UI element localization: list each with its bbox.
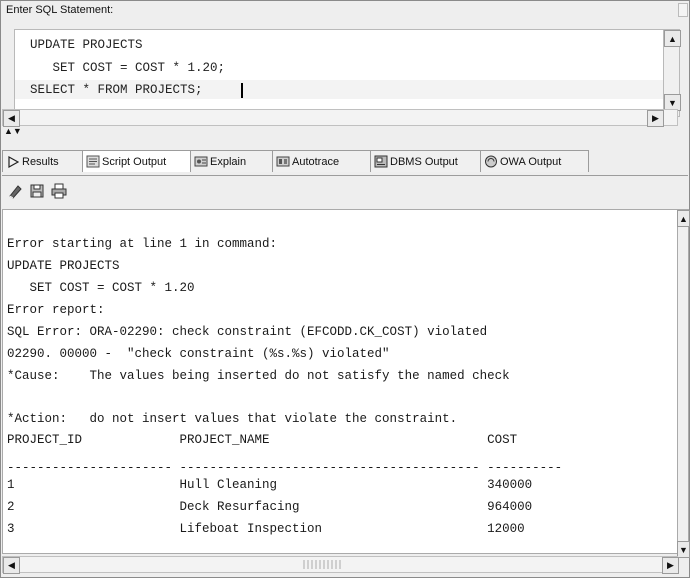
scroll-left-icon[interactable]: ◀	[3, 557, 20, 574]
tab-script-output[interactable]: Script Output	[82, 150, 197, 172]
output-line: SQL Error: ORA-02290: check constraint (…	[7, 325, 488, 339]
output-line: *Action: do not insert values that viola…	[7, 412, 458, 426]
output-line: Error starting at line 1 in command:	[7, 237, 278, 251]
sql-statement-label: Enter SQL Statement:	[6, 4, 114, 16]
tab-explain[interactable]: Explain	[190, 150, 279, 172]
script-output-icon	[86, 155, 100, 168]
tab-label: OWA Output	[500, 155, 562, 168]
output-tab-bar: Results Script Output Explain Autotrace …	[2, 145, 682, 175]
tab-results[interactable]: Results	[2, 150, 89, 172]
tab-label: Results	[22, 155, 59, 168]
output-line: SET COST = COST * 1.20	[7, 281, 195, 295]
tab-label: Script Output	[102, 155, 167, 168]
editor-horizontal-scrollbar[interactable]: ◀ ▶	[2, 109, 678, 127]
owa-output-icon	[484, 155, 498, 168]
tab-label: DBMS Output	[390, 155, 458, 168]
autotrace-icon	[276, 155, 290, 168]
eraser-icon[interactable]	[6, 182, 24, 200]
scroll-right-icon[interactable]: ▶	[647, 110, 664, 127]
output-toolbar	[4, 179, 204, 205]
tab-label: Autotrace	[292, 155, 340, 168]
output-line: Error report:	[7, 303, 105, 317]
save-icon[interactable]	[28, 182, 46, 200]
tab-autotrace[interactable]: Autotrace	[272, 150, 377, 172]
tab-label: Explain	[210, 155, 247, 168]
scroll-down-icon[interactable]: ▼	[677, 541, 690, 558]
play-icon	[6, 155, 20, 168]
output-vertical-scrollbar[interactable]: ▲ ▼	[677, 209, 690, 558]
editor-line-1: UPDATE PROJECTS	[30, 38, 143, 52]
result-header-row: PROJECT_ID PROJECT_NAME COST	[7, 433, 518, 447]
scroll-right-icon[interactable]: ▶	[662, 557, 679, 574]
result-separator-row: ---------------------- -----------------…	[7, 461, 563, 475]
scroll-up-icon[interactable]: ▲	[677, 210, 690, 227]
tab-owa-output[interactable]: OWA Output	[480, 150, 589, 172]
explain-icon	[194, 155, 208, 168]
text-caret	[241, 83, 243, 98]
output-line: 02290. 00000 - "check constraint (%s.%s)…	[7, 347, 390, 361]
result-row: 3 Lifeboat Inspection 12000	[7, 522, 525, 536]
editor-line-2: SET COST = COST * 1.20;	[30, 61, 226, 75]
output-line: *Cause: The values being inserted do not…	[7, 369, 510, 383]
result-row: 2 Deck Resurfacing 964000	[7, 500, 533, 514]
splitter-arrows-icon[interactable]: ▲▼	[4, 127, 22, 136]
tab-divider	[2, 175, 688, 176]
scroll-up-icon[interactable]: ▲	[664, 30, 681, 47]
output-horizontal-scrollbar[interactable]: ◀ ▶	[2, 556, 679, 574]
tab-dbms-output[interactable]: DBMS Output	[370, 150, 487, 172]
scroll-thumb-grip[interactable]	[303, 560, 343, 569]
output-line: UPDATE PROJECTS	[7, 259, 120, 273]
sql-editor[interactable]: UPDATE PROJECTS SET COST = COST * 1.20; …	[14, 29, 664, 117]
editor-vertical-scrollbar[interactable]: ▲ ▼	[664, 29, 681, 117]
scroll-left-icon[interactable]: ◀	[3, 110, 20, 127]
dbms-output-icon	[374, 155, 388, 168]
script-output-pane[interactable]: Error starting at line 1 in command: UPD…	[2, 209, 678, 554]
editor-line-3: SELECT * FROM PROJECTS;	[30, 83, 203, 97]
print-icon[interactable]	[50, 182, 68, 200]
result-row: 1 Hull Cleaning 340000	[7, 478, 533, 492]
corner-box	[678, 3, 688, 17]
